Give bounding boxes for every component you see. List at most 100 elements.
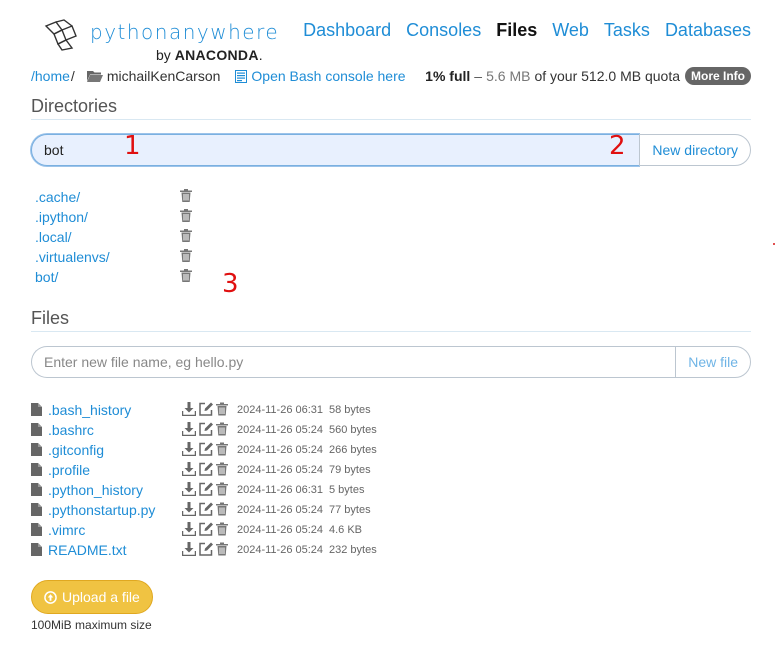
edit-icon[interactable] <box>199 502 213 516</box>
file-row: .profile 2024-11-26 05:24 79 bytes <box>31 460 451 480</box>
breadcrumb-home-link[interactable]: /home <box>31 68 70 84</box>
new-file-input[interactable] <box>31 346 676 378</box>
delete-trash-icon[interactable] <box>180 209 192 222</box>
breadcrumb-separator: / <box>70 68 75 84</box>
logo-by-anaconda: by ANACONDA. <box>156 47 263 63</box>
new-file-form: New file <box>31 346 751 378</box>
annotation-1: 1 <box>124 131 141 161</box>
download-icon[interactable] <box>182 482 196 496</box>
nav-tasks[interactable]: Tasks <box>604 20 650 41</box>
disk-quota: 1% full – 5.6 MB of your 512.0 MB quota … <box>425 67 751 85</box>
quota-total: of your 512.0 MB quota <box>534 68 680 84</box>
download-icon[interactable] <box>182 422 196 436</box>
directory-link[interactable]: bot/ <box>35 269 58 285</box>
file-icon-wrap <box>31 543 42 561</box>
file-size: 560 bytes <box>329 424 377 436</box>
directories-divider <box>31 119 751 120</box>
file-size: 266 bytes <box>329 444 377 456</box>
file-size: 58 bytes <box>329 404 371 416</box>
file-icon <box>31 423 42 436</box>
nav-consoles[interactable]: Consoles <box>406 20 481 41</box>
main-nav: Dashboard Consoles Files Web Tasks Datab… <box>303 20 751 41</box>
file-modified-date: 2024-11-26 05:24 <box>237 544 324 556</box>
anaconda-brand: ANACONDA <box>174 47 259 63</box>
file-size: 77 bytes <box>329 504 371 516</box>
file-size: 5 bytes <box>329 484 365 496</box>
open-bash-console-link[interactable]: Open Bash console here <box>235 68 406 84</box>
directory-link[interactable]: .local/ <box>35 229 72 245</box>
download-icon[interactable] <box>182 402 196 416</box>
delete-trash-icon[interactable] <box>216 462 228 476</box>
delete-trash-icon[interactable] <box>216 542 228 556</box>
file-icon <box>31 443 42 456</box>
file-link[interactable]: .bash_history <box>48 402 131 418</box>
delete-trash-icon[interactable] <box>180 249 192 262</box>
nav-web[interactable]: Web <box>552 20 589 41</box>
file-link[interactable]: .python_history <box>48 482 143 498</box>
file-modified-date: 2024-11-26 06:31 <box>237 404 324 416</box>
upload-arrow-circle-icon <box>44 590 57 604</box>
file-link[interactable]: .vimrc <box>48 522 85 538</box>
delete-trash-icon[interactable] <box>180 189 192 202</box>
edit-icon[interactable] <box>199 442 213 456</box>
edit-icon[interactable] <box>199 522 213 536</box>
download-icon[interactable] <box>182 522 196 536</box>
file-icon <box>31 463 42 476</box>
download-icon[interactable] <box>182 442 196 456</box>
edit-icon[interactable] <box>199 402 213 416</box>
logo-by-label: by <box>156 47 171 63</box>
file-link[interactable]: README.txt <box>48 542 127 558</box>
file-row: .bashrc 2024-11-26 05:24 560 bytes <box>31 420 451 440</box>
logo-text: pythonanywhere <box>90 20 280 44</box>
nav-databases[interactable]: Databases <box>665 20 751 41</box>
file-row: .bash_history 2024-11-26 06:31 58 bytes <box>31 400 451 420</box>
pythonanywhere-logo[interactable]: pythonanywhere by ANACONDA. <box>42 16 278 66</box>
quota-dash: – <box>474 68 483 84</box>
delete-trash-icon[interactable] <box>216 502 228 516</box>
delete-trash-icon[interactable] <box>180 269 192 282</box>
download-icon[interactable] <box>182 502 196 516</box>
edit-icon[interactable] <box>199 422 213 436</box>
file-link[interactable]: .bashrc <box>48 422 94 438</box>
delete-trash-icon[interactable] <box>216 442 228 456</box>
file-link[interactable]: .pythonstartup.py <box>48 502 155 518</box>
delete-trash-icon[interactable] <box>216 522 228 536</box>
delete-trash-icon[interactable] <box>180 229 192 242</box>
file-icon <box>31 503 42 516</box>
edit-icon[interactable] <box>199 542 213 556</box>
file-icon <box>31 543 42 556</box>
file-actions <box>182 502 228 516</box>
nav-files[interactable]: Files <box>496 20 537 41</box>
download-icon[interactable] <box>182 542 196 556</box>
file-modified-date: 2024-11-26 05:24 <box>237 504 324 516</box>
directory-link[interactable]: .ipython/ <box>35 209 88 225</box>
file-row: .gitconfig 2024-11-26 05:24 266 bytes <box>31 440 451 460</box>
new-directory-button[interactable]: New directory <box>639 134 751 166</box>
file-link[interactable]: .gitconfig <box>48 442 104 458</box>
file-link[interactable]: .profile <box>48 462 90 478</box>
download-icon[interactable] <box>182 462 196 476</box>
file-actions <box>182 482 228 496</box>
breadcrumb-current-dir: michailKenCarson <box>106 68 221 84</box>
console-icon <box>235 69 248 83</box>
directory-link[interactable]: .virtualenvs/ <box>35 249 110 265</box>
file-icon <box>31 403 42 416</box>
file-modified-date: 2024-11-26 05:24 <box>237 464 324 476</box>
upload-file-button[interactable]: Upload a file <box>31 580 153 614</box>
file-list: .bash_history 2024-11-26 06:31 58 bytes .ba… <box>31 400 451 560</box>
file-actions <box>182 422 228 436</box>
new-file-button[interactable]: New file <box>675 346 751 378</box>
delete-trash-icon[interactable] <box>216 402 228 416</box>
nav-dashboard[interactable]: Dashboard <box>303 20 391 41</box>
directory-link[interactable]: .cache/ <box>35 189 80 205</box>
edit-icon[interactable] <box>199 482 213 496</box>
new-directory-input[interactable] <box>31 134 640 166</box>
file-modified-date: 2024-11-26 06:31 <box>237 484 324 496</box>
more-info-badge[interactable]: More Info <box>685 67 751 85</box>
delete-trash-icon[interactable] <box>216 482 228 496</box>
delete-trash-icon[interactable] <box>216 422 228 436</box>
edit-icon[interactable] <box>199 462 213 476</box>
directories-heading: Directories <box>31 96 118 116</box>
file-icon-wrap <box>31 423 42 441</box>
file-actions <box>182 442 228 456</box>
